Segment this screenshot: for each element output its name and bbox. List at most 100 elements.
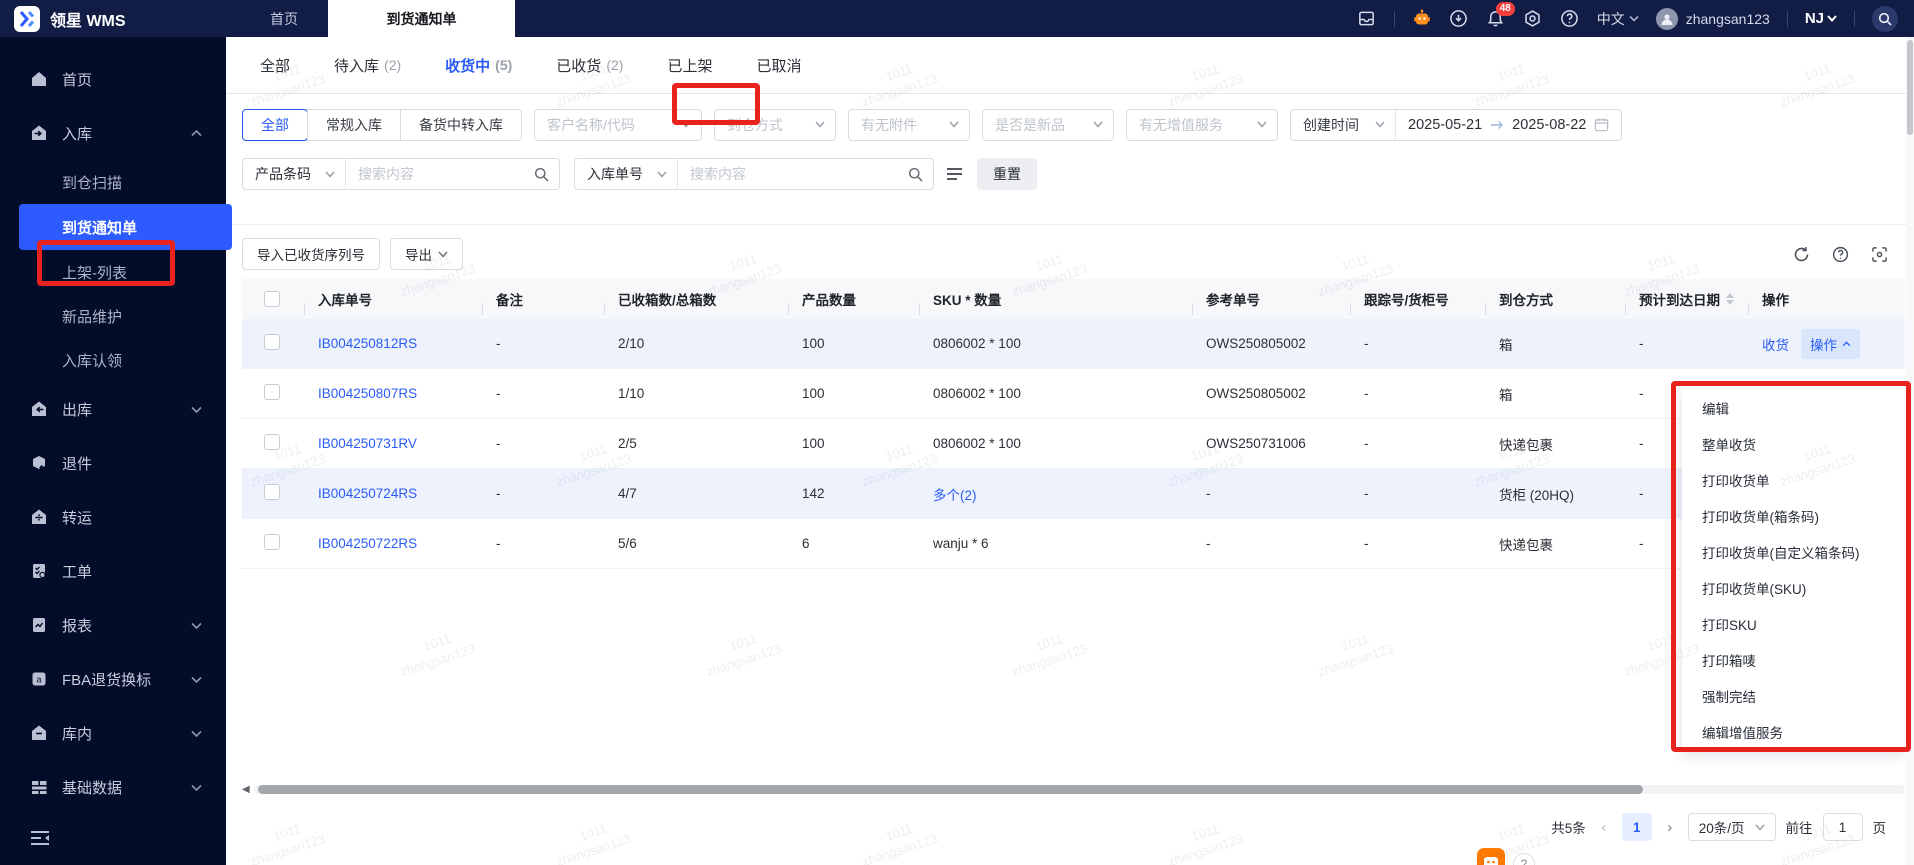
- scrollbar-thumb[interactable]: [1907, 40, 1913, 135]
- scroll-left-arrow[interactable]: ◀: [242, 784, 254, 795]
- scrollbar-track[interactable]: [254, 784, 1905, 794]
- new-product-select[interactable]: 是否是新品: [982, 108, 1114, 141]
- inbox-icon[interactable]: [1357, 9, 1377, 29]
- import-received-serial-button[interactable]: 导入已收货序列号: [242, 238, 380, 270]
- global-search-icon[interactable]: [1872, 5, 1898, 32]
- sidebar-item-home[interactable]: 首页: [0, 52, 226, 106]
- col-header-inbound-no[interactable]: 入库单号: [304, 289, 482, 315]
- inbound-no-link[interactable]: IB004250722RS: [304, 536, 482, 551]
- robot-assistant-icon[interactable]: [1412, 9, 1432, 29]
- customer-service-widget-icon[interactable]: [1477, 848, 1505, 865]
- inbound-no-link[interactable]: IB004250812RS: [304, 336, 482, 351]
- sidebar-item-returns[interactable]: 退件: [0, 436, 226, 490]
- sku-multiple-link[interactable]: 多个(2): [919, 484, 1192, 504]
- sidebar-item-arrival-scan[interactable]: 到仓扫描: [0, 160, 226, 204]
- batch-search-icon[interactable]: [946, 167, 963, 181]
- warehouse-switcher[interactable]: NJ: [1805, 10, 1837, 27]
- tab-pending-inbound[interactable]: 待入库 (2): [334, 55, 401, 76]
- select-all-checkbox[interactable]: [264, 291, 280, 307]
- help-icon[interactable]: [1560, 9, 1580, 29]
- row-checkbox[interactable]: [264, 384, 280, 400]
- search-icon[interactable]: [908, 167, 933, 182]
- table-row[interactable]: IB004250807RS - 1/10 100 0806002 * 100 O…: [242, 369, 1905, 419]
- horizontal-scrollbar[interactable]: ◀: [242, 783, 1905, 795]
- vertical-scrollbar[interactable]: [1906, 37, 1914, 865]
- sidebar-collapse-button[interactable]: [0, 816, 226, 860]
- topnav-tab-home[interactable]: 首页: [240, 0, 328, 37]
- download-center-icon[interactable]: [1449, 9, 1469, 29]
- row-checkbox[interactable]: [264, 334, 280, 350]
- col-header-remark[interactable]: 备注: [482, 289, 604, 315]
- menu-item-print-sku[interactable]: 打印SKU: [1682, 606, 1907, 642]
- sidebar-item-arrival-notice[interactable]: 到货通知单: [19, 204, 232, 250]
- refresh-icon[interactable]: [1793, 246, 1810, 263]
- inbound-no-link[interactable]: IB004250807RS: [304, 386, 482, 401]
- next-page-button[interactable]: ›: [1662, 819, 1678, 836]
- search-icon[interactable]: [534, 167, 559, 182]
- product-barcode-field-select[interactable]: 产品条码: [243, 164, 345, 184]
- table-row[interactable]: IB004250724RS - 4/7 142 多个(2) - - 货柜 (20…: [242, 469, 1905, 519]
- table-row[interactable]: IB004250731RV - 2/5 100 0806002 * 100 OW…: [242, 419, 1905, 469]
- type-regular-button[interactable]: 常规入库: [307, 109, 400, 140]
- product-barcode-search-input[interactable]: [346, 166, 534, 182]
- table-row[interactable]: IB004250812RS - 2/10 100 0806002 * 100 O…: [242, 319, 1905, 369]
- sidebar-item-fba-relabel[interactable]: a FBA退货换标: [0, 652, 226, 706]
- inbound-no-link[interactable]: IB004250724RS: [304, 486, 482, 501]
- col-header-ref-no[interactable]: 参考单号: [1192, 289, 1350, 315]
- scrollbar-thumb[interactable]: [258, 784, 1643, 794]
- export-button[interactable]: 导出: [390, 238, 463, 270]
- settings-icon[interactable]: [1523, 9, 1543, 29]
- sidebar-item-reports[interactable]: 报表: [0, 598, 226, 652]
- prev-page-button[interactable]: ‹: [1596, 819, 1612, 836]
- sidebar-item-work-order[interactable]: 工单: [0, 544, 226, 598]
- user-menu[interactable]: zhangsan123: [1655, 7, 1770, 30]
- sidebar-item-new-product[interactable]: 新品维护: [0, 294, 226, 338]
- sidebar-item-base-data[interactable]: 基础数据: [0, 760, 226, 814]
- page-number-button[interactable]: 1: [1621, 813, 1652, 841]
- notification-bell-icon[interactable]: 48: [1486, 1, 1515, 29]
- col-header-sku[interactable]: SKU * 数量: [919, 289, 1192, 315]
- col-header-qty[interactable]: 产品数量: [788, 289, 919, 315]
- column-settings-icon[interactable]: [1871, 246, 1888, 263]
- tab-all[interactable]: 全部: [260, 55, 290, 76]
- sidebar-item-outbound[interactable]: 出库: [0, 382, 226, 436]
- attachment-select[interactable]: 有无附件: [848, 108, 970, 141]
- sidebar-item-inbound-claim[interactable]: 入库认领: [0, 338, 226, 382]
- table-row[interactable]: IB004250722RS - 5/6 6 wanju * 6 - - 快递包裹…: [242, 519, 1905, 569]
- sidebar-item-shelving-list[interactable]: 上架-列表: [0, 250, 226, 294]
- col-header-eta[interactable]: 预计到达日期: [1625, 289, 1748, 315]
- menu-item-print-receipt[interactable]: 打印收货单: [1682, 462, 1907, 498]
- menu-item-force-complete[interactable]: 强制完结: [1682, 678, 1907, 714]
- receive-button[interactable]: 收货: [1762, 334, 1789, 354]
- menu-item-print-receipt-custom-box-barcode[interactable]: 打印收货单(自定义箱条码): [1682, 534, 1907, 570]
- row-checkbox[interactable]: [264, 484, 280, 500]
- goto-page-input[interactable]: [1822, 813, 1863, 841]
- value-added-service-select[interactable]: 有无增值服务: [1126, 108, 1278, 141]
- row-checkbox[interactable]: [264, 434, 280, 450]
- type-all-button[interactable]: 全部: [242, 108, 308, 141]
- type-stock-transfer-button[interactable]: 备货中转入库: [400, 109, 521, 140]
- table-help-icon[interactable]: [1832, 246, 1849, 263]
- menu-item-print-receipt-sku[interactable]: 打印收货单(SKU): [1682, 570, 1907, 606]
- language-switcher[interactable]: 中文: [1597, 9, 1639, 29]
- menu-item-print-receipt-box-barcode[interactable]: 打印收货单(箱条码): [1682, 498, 1907, 534]
- menu-item-edit[interactable]: 编辑: [1682, 390, 1907, 426]
- inbound-no-field-select[interactable]: 入库单号: [575, 164, 677, 184]
- col-header-boxes[interactable]: 已收箱数/总箱数: [604, 289, 788, 315]
- menu-item-print-box-mark[interactable]: 打印箱唛: [1682, 642, 1907, 678]
- page-size-select[interactable]: 20条/页: [1687, 813, 1776, 841]
- row-checkbox[interactable]: [264, 534, 280, 550]
- inbound-no-search-input[interactable]: [678, 166, 908, 182]
- arrival-method-select[interactable]: 到仓方式: [714, 108, 836, 141]
- date-type-select[interactable]: 创建时间: [1291, 115, 1395, 135]
- col-header-arrival-method[interactable]: 到仓方式: [1485, 289, 1625, 315]
- row-actions-dropdown-open[interactable]: 操作: [1801, 328, 1860, 359]
- sidebar-item-inbound[interactable]: 入库: [0, 106, 226, 160]
- menu-item-edit-value-added-service[interactable]: 编辑增值服务: [1682, 714, 1907, 750]
- menu-item-receive-whole-order[interactable]: 整单收货: [1682, 426, 1907, 462]
- tab-cancelled[interactable]: 已取消: [756, 55, 801, 76]
- sidebar-item-transfer[interactable]: 转运: [0, 490, 226, 544]
- sort-icon[interactable]: [1726, 293, 1734, 305]
- inbound-no-link[interactable]: IB004250731RV: [304, 436, 482, 451]
- col-header-tracking[interactable]: 跟踪号/货柜号: [1350, 289, 1485, 315]
